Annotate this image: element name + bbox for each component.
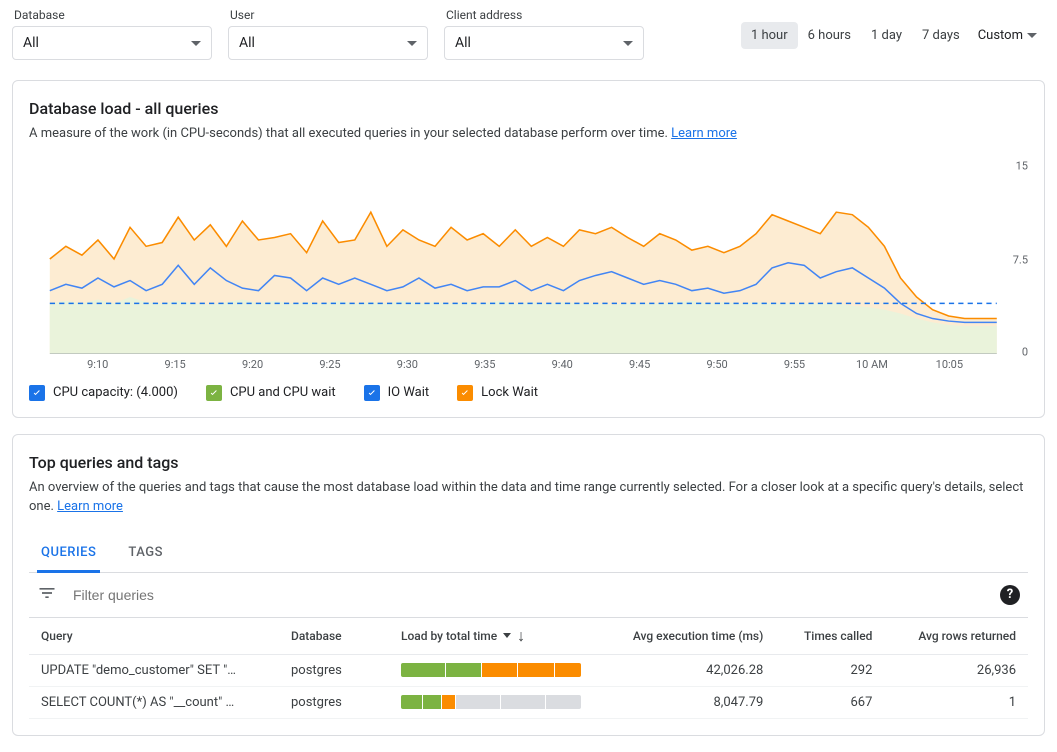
xtick-label: 10:05 bbox=[911, 358, 988, 371]
chevron-down-icon bbox=[407, 41, 417, 46]
legend-item[interactable]: IO Wait bbox=[364, 385, 430, 401]
col-avg-exec[interactable]: Avg execution time (ms) bbox=[593, 617, 775, 654]
chevron-down-icon bbox=[1027, 33, 1037, 38]
queries-tabs: QUERIES TAGS bbox=[29, 535, 1028, 573]
time-1day[interactable]: 1 day bbox=[861, 22, 912, 49]
xtick-label: 9:35 bbox=[446, 358, 523, 371]
xtick-label: 9:40 bbox=[524, 358, 601, 371]
col-query[interactable]: Query bbox=[29, 617, 279, 654]
legend-label: CPU capacity: (4.000) bbox=[53, 385, 178, 400]
tab-queries[interactable]: QUERIES bbox=[37, 535, 100, 573]
ytick-bot: 0 bbox=[1022, 345, 1028, 358]
user-filter: User All bbox=[228, 8, 428, 60]
database-load-panel: Database load - all queries A measure of… bbox=[12, 80, 1045, 418]
chevron-down-icon bbox=[191, 41, 201, 46]
sort-down-arrow-icon: ↓ bbox=[517, 626, 525, 646]
xtick-label: 10 AM bbox=[833, 358, 910, 371]
cell-query: SELECT COUNT(*) AS "__count" … bbox=[29, 686, 279, 718]
chart-legend: CPU capacity: (4.000) CPU and CPU wait IO … bbox=[29, 385, 1028, 401]
legend-item[interactable]: CPU capacity: (4.000) bbox=[29, 385, 178, 401]
checkbox-icon bbox=[29, 385, 45, 401]
legend-label: Lock Wait bbox=[481, 385, 538, 400]
col-times-called[interactable]: Times called bbox=[775, 617, 884, 654]
xtick-label: 9:15 bbox=[136, 358, 213, 371]
ytick-mid: 7.5 bbox=[1013, 253, 1028, 266]
cell-times-called: 667 bbox=[775, 686, 884, 718]
query-filter-row: ? bbox=[29, 573, 1028, 617]
col-load[interactable]: Load by total time ↓ bbox=[389, 617, 593, 654]
database-dropdown[interactable]: All bbox=[12, 26, 212, 60]
cell-avg-exec: 8,047.79 bbox=[593, 686, 775, 718]
database-value: All bbox=[23, 35, 39, 51]
table-row[interactable]: SELECT COUNT(*) AS "__count" … postgres … bbox=[29, 686, 1028, 718]
cell-avg-rows: 26,936 bbox=[884, 654, 1028, 686]
user-value: All bbox=[239, 35, 255, 51]
checkbox-icon bbox=[206, 385, 222, 401]
database-filter: Database All bbox=[12, 8, 212, 60]
load-chart[interactable]: 15 7.5 0 bbox=[29, 154, 1028, 354]
queries-panel-desc: An overview of the queries and tags that… bbox=[29, 478, 1028, 517]
client-value: All bbox=[455, 35, 471, 51]
cell-avg-exec: 42,026.28 bbox=[593, 654, 775, 686]
xtick-label: 9:20 bbox=[214, 358, 291, 371]
xtick-label: 9:30 bbox=[369, 358, 446, 371]
cell-query: UPDATE "demo_customer" SET "… bbox=[29, 654, 279, 686]
tab-tags[interactable]: TAGS bbox=[124, 535, 167, 573]
filter-list-icon[interactable] bbox=[37, 583, 57, 607]
time-range-selector: 1 hour 6 hours 1 day 7 days Custom bbox=[741, 22, 1045, 49]
checkbox-icon bbox=[364, 385, 380, 401]
load-bar bbox=[401, 695, 581, 709]
cell-load bbox=[389, 654, 593, 686]
legend-label: CPU and CPU wait bbox=[230, 385, 336, 400]
help-icon[interactable]: ? bbox=[1000, 585, 1020, 605]
legend-item[interactable]: Lock Wait bbox=[457, 385, 538, 401]
database-filter-label: Database bbox=[12, 8, 212, 22]
load-bar bbox=[401, 663, 581, 677]
cell-times-called: 292 bbox=[775, 654, 884, 686]
top-filter-bar: Database All User All Client address All… bbox=[0, 0, 1057, 72]
learn-more-link[interactable]: Learn more bbox=[671, 126, 737, 141]
load-panel-title: Database load - all queries bbox=[29, 99, 1028, 118]
cell-database: postgres bbox=[279, 686, 389, 718]
client-filter-label: Client address bbox=[444, 8, 644, 22]
col-database[interactable]: Database bbox=[279, 617, 389, 654]
cell-load bbox=[389, 686, 593, 718]
cell-avg-rows: 1 bbox=[884, 686, 1028, 718]
queries-table: Query Database Load by total time ↓ Avg … bbox=[29, 617, 1028, 719]
xtick-label: 9:55 bbox=[756, 358, 833, 371]
ytick-top: 15 bbox=[1016, 159, 1028, 172]
chart-svg bbox=[29, 154, 1028, 354]
client-filter: Client address All bbox=[444, 8, 644, 60]
xtick-label: 9:25 bbox=[291, 358, 368, 371]
xtick-label: 9:10 bbox=[59, 358, 136, 371]
xtick-label: 9:50 bbox=[678, 358, 755, 371]
col-avg-rows[interactable]: Avg rows returned bbox=[884, 617, 1028, 654]
time-6hours[interactable]: 6 hours bbox=[798, 22, 861, 49]
sort-caret-icon bbox=[503, 633, 511, 638]
xtick-label: 9:45 bbox=[601, 358, 678, 371]
time-custom[interactable]: Custom bbox=[970, 22, 1045, 49]
user-filter-label: User bbox=[228, 8, 428, 22]
time-1hour[interactable]: 1 hour bbox=[741, 22, 798, 49]
learn-more-link[interactable]: Learn more bbox=[57, 499, 123, 514]
cell-database: postgres bbox=[279, 654, 389, 686]
time-custom-label: Custom bbox=[978, 28, 1023, 43]
chevron-down-icon bbox=[623, 41, 633, 46]
table-row[interactable]: UPDATE "demo_customer" SET "… postgres 4… bbox=[29, 654, 1028, 686]
top-queries-panel: Top queries and tags An overview of the … bbox=[12, 434, 1045, 736]
legend-item[interactable]: CPU and CPU wait bbox=[206, 385, 336, 401]
chart-xaxis: 9:109:159:209:259:309:359:409:459:509:55… bbox=[29, 354, 1028, 371]
filter-queries-input[interactable] bbox=[69, 583, 988, 607]
load-panel-desc: A measure of the work (in CPU-seconds) t… bbox=[29, 124, 1028, 144]
legend-label: IO Wait bbox=[388, 385, 430, 400]
client-dropdown[interactable]: All bbox=[444, 26, 644, 60]
checkbox-icon bbox=[457, 385, 473, 401]
time-7days[interactable]: 7 days bbox=[912, 22, 970, 49]
queries-panel-title: Top queries and tags bbox=[29, 453, 1028, 472]
user-dropdown[interactable]: All bbox=[228, 26, 428, 60]
